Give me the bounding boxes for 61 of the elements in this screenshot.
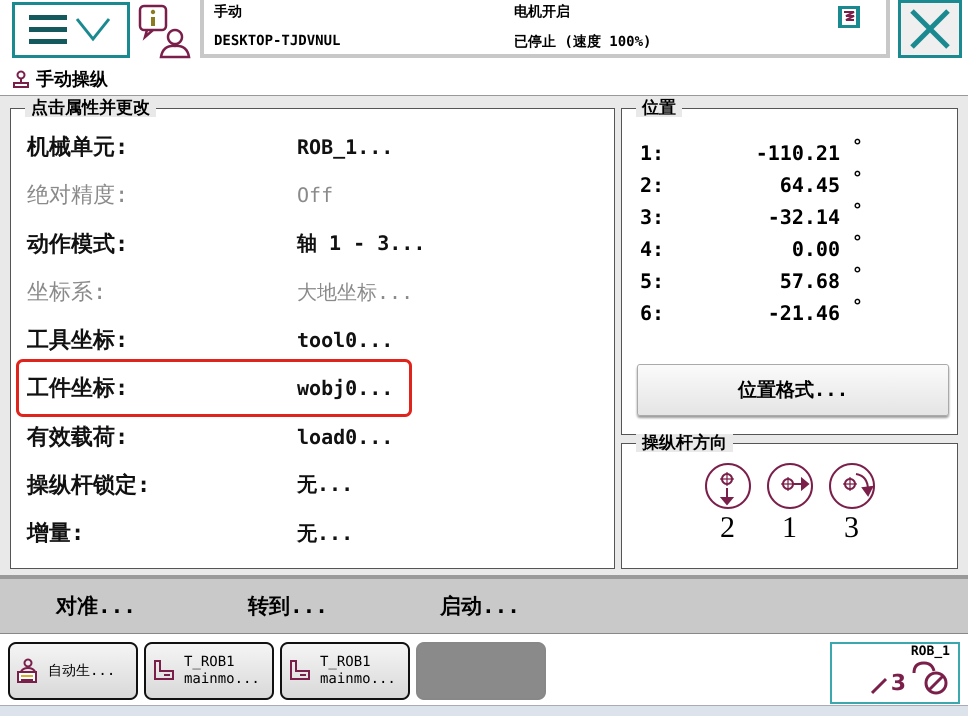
task-label: 自动生... xyxy=(48,662,116,680)
run-state: 已停止 (速度 100%) xyxy=(514,33,652,52)
axis-value: -110.21 xyxy=(754,141,840,165)
quickset-button[interactable]: ROB_1 3 xyxy=(830,642,960,704)
task-button[interactable]: 自动生... xyxy=(8,642,138,700)
increment-number: 3 xyxy=(890,673,906,695)
axis-label: 4: xyxy=(640,237,666,261)
property-row: 坐标系: 大地坐标... xyxy=(27,268,614,316)
menu-icon xyxy=(29,13,113,47)
degree-unit: ° xyxy=(851,237,864,255)
axis-value: -21.46 xyxy=(766,301,840,325)
axis-number: 3 xyxy=(844,512,859,544)
operating-mode: 手动 xyxy=(214,3,243,22)
status-icon[interactable] xyxy=(838,6,860,28)
axis-value: 64.45 xyxy=(778,173,840,197)
axis-number: 1 xyxy=(782,512,797,544)
position-format-button[interactable]: 位置格式... xyxy=(637,364,949,416)
property-row[interactable]: 工件坐标: wobj0... xyxy=(19,362,409,414)
axis-label: 2: xyxy=(640,173,666,197)
axis-label: 3: xyxy=(640,205,666,229)
screen-title: 手动操纵 xyxy=(36,68,108,90)
property-row[interactable]: 有效载荷: load0... xyxy=(27,412,614,461)
command-button[interactable]: 对准... xyxy=(38,592,230,620)
menu-button[interactable] xyxy=(12,2,130,58)
panel-title: 操纵杆方向 xyxy=(636,434,733,452)
axis-value: 0.00 xyxy=(790,237,840,261)
property-row[interactable]: 机械单元: ROB_1... xyxy=(27,123,614,172)
axis-value: 57.68 xyxy=(778,269,840,293)
command-button[interactable]: 转到... xyxy=(230,592,422,620)
task-label: T_ROB1 mainmo... xyxy=(320,654,396,688)
degree-unit: ° xyxy=(851,141,864,159)
panel-title: 点击属性并更改 xyxy=(25,99,156,117)
degree-unit: ° xyxy=(851,301,864,319)
jog-icon xyxy=(12,70,30,88)
axis-number: 2 xyxy=(720,512,735,544)
degree-unit: ° xyxy=(851,269,864,287)
mechanical-unit: ROB_1 xyxy=(910,644,950,659)
property-row[interactable]: 操纵杆锁定: 无... xyxy=(27,460,614,510)
motor-status: 电机开启 xyxy=(514,3,571,22)
task-label: T_ROB1 mainmo... xyxy=(184,654,260,688)
property-row[interactable]: 增量: 无... xyxy=(27,509,614,558)
command-button[interactable]: 启动... xyxy=(422,592,614,620)
close-icon xyxy=(909,8,951,50)
slash-icon xyxy=(870,675,887,695)
task-button[interactable]: T_ROB1 mainmo... xyxy=(280,642,410,700)
close-button[interactable] xyxy=(898,0,962,58)
system-name: DESKTOP-TJDVNUL xyxy=(214,33,342,51)
degree-unit: ° xyxy=(851,173,864,191)
property-row[interactable]: 工具坐标: tool0... xyxy=(27,316,614,364)
no-increment-icon xyxy=(910,659,950,695)
axis-label: 6: xyxy=(640,301,666,325)
panel-title: 位置 xyxy=(636,99,682,117)
degree-unit: ° xyxy=(851,205,864,223)
info-person-icon[interactable] xyxy=(137,3,193,59)
person-document-icon xyxy=(16,658,40,684)
axis-label: 1: xyxy=(640,141,666,165)
property-row: 绝对精度: Off xyxy=(27,171,614,220)
task-button[interactable]: T_ROB1 mainmo... xyxy=(144,642,274,700)
axis-value: -32.14 xyxy=(766,205,840,229)
axis-label: 5: xyxy=(640,269,666,293)
property-row[interactable]: 动作模式: 轴 1 - 3... xyxy=(27,220,614,268)
